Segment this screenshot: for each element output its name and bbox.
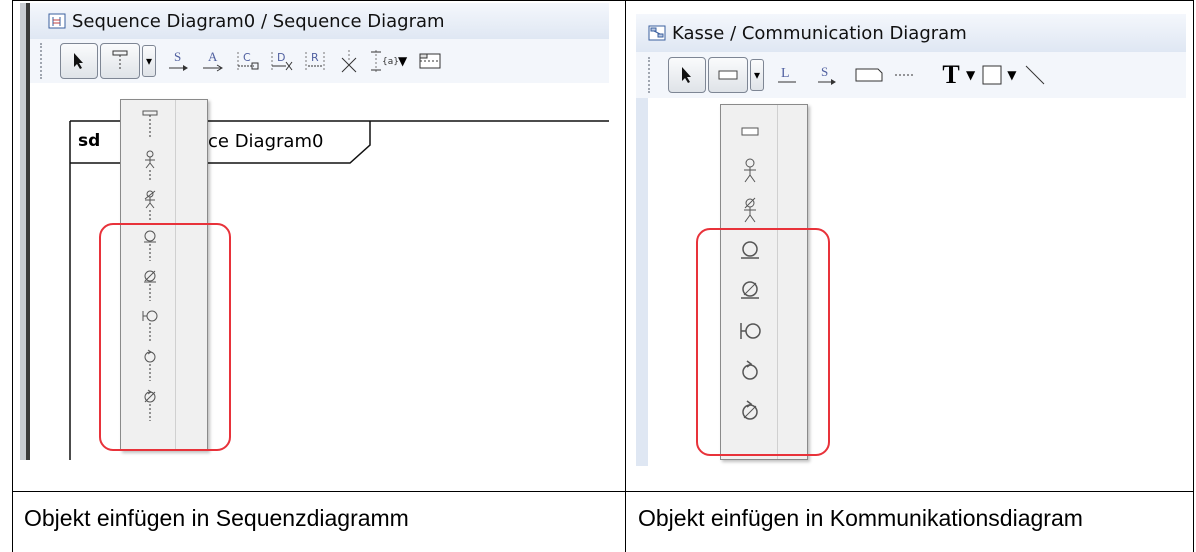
chevron-down-icon: ▼ — [966, 68, 976, 82]
async-message-tool[interactable]: A — [198, 46, 228, 76]
popup-item-object[interactable] — [733, 111, 767, 151]
popup-item-actor-instance-lifeline[interactable] — [133, 186, 167, 226]
svg-text:R: R — [311, 51, 319, 64]
pointer-icon — [74, 53, 83, 69]
actor-icon — [744, 158, 756, 183]
lifeline-tool-button[interactable] — [100, 43, 140, 79]
popup-item-actor[interactable] — [733, 151, 767, 191]
actor-instance-lifeline-icon — [144, 190, 156, 221]
link-tool[interactable]: L — [772, 60, 802, 90]
svg-text:C: C — [243, 51, 251, 64]
select-tool-button[interactable] — [668, 57, 706, 93]
destroy-message-tool[interactable]: D — [266, 46, 296, 76]
create-message-icon: C — [237, 51, 259, 70]
diagram-tab[interactable]: Sequence Diagram0 / Sequence Diagram — [30, 3, 609, 39]
lifeline-icon — [112, 50, 128, 71]
rectangle-dropdown[interactable]: ▼ — [1007, 68, 1016, 82]
object-icon — [718, 70, 738, 80]
sequence-diagram-panel: Sequence Diagram0 / Sequence Diagram ▾ S… — [20, 3, 609, 460]
text-dropdown[interactable]: ▼ — [966, 68, 975, 82]
combined-fragment-icon — [419, 53, 441, 69]
toolbar-grip[interactable] — [648, 57, 656, 93]
sync-message-tool[interactable]: S — [164, 46, 194, 76]
lifeline-icon — [142, 110, 158, 139]
object-tool-button[interactable] — [708, 57, 748, 93]
table-border-top — [12, 0, 1194, 1]
diagram-toolbar: ▾ L S T ▼ ▼ — [636, 52, 1186, 98]
message-icon: S — [818, 64, 836, 85]
communication-diagram-panel: Kasse / Communication Diagram ▾ L S T ▼ … — [636, 6, 1186, 466]
svg-text:L: L — [781, 66, 790, 81]
dashed-line-icon — [895, 74, 915, 76]
communication-diagram-icon — [648, 25, 666, 41]
rectangle-tool[interactable] — [977, 60, 1007, 90]
sync-message-icon: S — [169, 49, 188, 71]
object-dropdown-button[interactable]: ▾ — [750, 59, 764, 91]
svg-text:D: D — [277, 51, 285, 64]
actor-lifeline-icon — [145, 150, 155, 181]
canvas-margin — [636, 98, 648, 466]
diagram-toolbar: ▾ S A C D R {a} ▼ — [30, 39, 609, 83]
table-divider-vertical — [625, 0, 626, 552]
rectangle-icon — [982, 65, 1002, 85]
popup-item-actor-lifeline[interactable] — [133, 146, 167, 186]
note-tool[interactable] — [854, 60, 884, 90]
async-message-icon: A — [203, 49, 223, 72]
table-divider-horizontal — [12, 491, 1194, 492]
line-tool[interactable] — [1020, 60, 1050, 90]
table-border-left — [12, 0, 13, 552]
reply-message-icon: R — [305, 51, 325, 70]
object-icon — [741, 127, 759, 136]
frame-tool[interactable] — [415, 46, 445, 76]
reply-message-tool[interactable]: R — [300, 46, 330, 76]
state-invariant-tool[interactable]: {a} — [368, 46, 398, 76]
actor-instance-icon — [744, 197, 756, 223]
popup-item-lifeline[interactable] — [133, 106, 167, 146]
diagram-tab[interactable]: Kasse / Communication Diagram — [636, 14, 1186, 52]
link-icon: L — [778, 66, 796, 83]
message-tool[interactable]: S — [812, 60, 842, 90]
svg-text:S: S — [174, 49, 181, 64]
chevron-down-icon: ▼ — [1007, 68, 1017, 82]
destroy-message-icon: D — [271, 51, 293, 71]
caption-right: Objekt einfügen in Kommunikationsdiagram — [638, 505, 1083, 531]
diagram-tab-title: Sequence Diagram0 / Sequence Diagram — [72, 10, 445, 32]
highlight-box — [696, 228, 830, 456]
svg-text:S: S — [821, 64, 828, 79]
state-invariant-icon: {a} — [371, 50, 398, 72]
popup-item-actor-instance[interactable] — [733, 191, 767, 231]
note-icon — [855, 68, 883, 82]
more-tools-dropdown[interactable]: ▼ — [398, 54, 407, 68]
caption-left: Objekt einfügen in Sequenzdiagramm — [24, 505, 409, 531]
sequence-diagram-icon — [48, 13, 66, 29]
frame-name: ce Diagram0 — [208, 131, 324, 152]
destruction-icon — [341, 50, 357, 73]
frame-keyword: sd — [78, 131, 101, 151]
diagram-tab-title: Kasse / Communication Diagram — [672, 22, 967, 44]
chevron-down-icon: ▾ — [753, 68, 761, 82]
text-icon: T — [942, 60, 960, 89]
lost-message-tool[interactable] — [334, 46, 364, 76]
svg-text:A: A — [208, 49, 218, 64]
chevron-down-icon: ▼ — [398, 54, 408, 68]
anchor-tool[interactable] — [890, 60, 920, 90]
toolbar-grip[interactable] — [40, 43, 48, 79]
pointer-icon — [682, 67, 691, 83]
svg-text:{a}: {a} — [382, 57, 398, 67]
select-tool-button[interactable] — [60, 43, 98, 79]
line-icon — [1026, 65, 1045, 85]
table-border-right — [1193, 0, 1194, 552]
chevron-down-icon: ▾ — [145, 54, 153, 68]
highlight-box — [99, 223, 231, 451]
lifeline-dropdown-button[interactable]: ▾ — [142, 45, 156, 77]
create-message-tool[interactable]: C — [232, 46, 262, 76]
text-tool[interactable]: T — [936, 60, 966, 90]
